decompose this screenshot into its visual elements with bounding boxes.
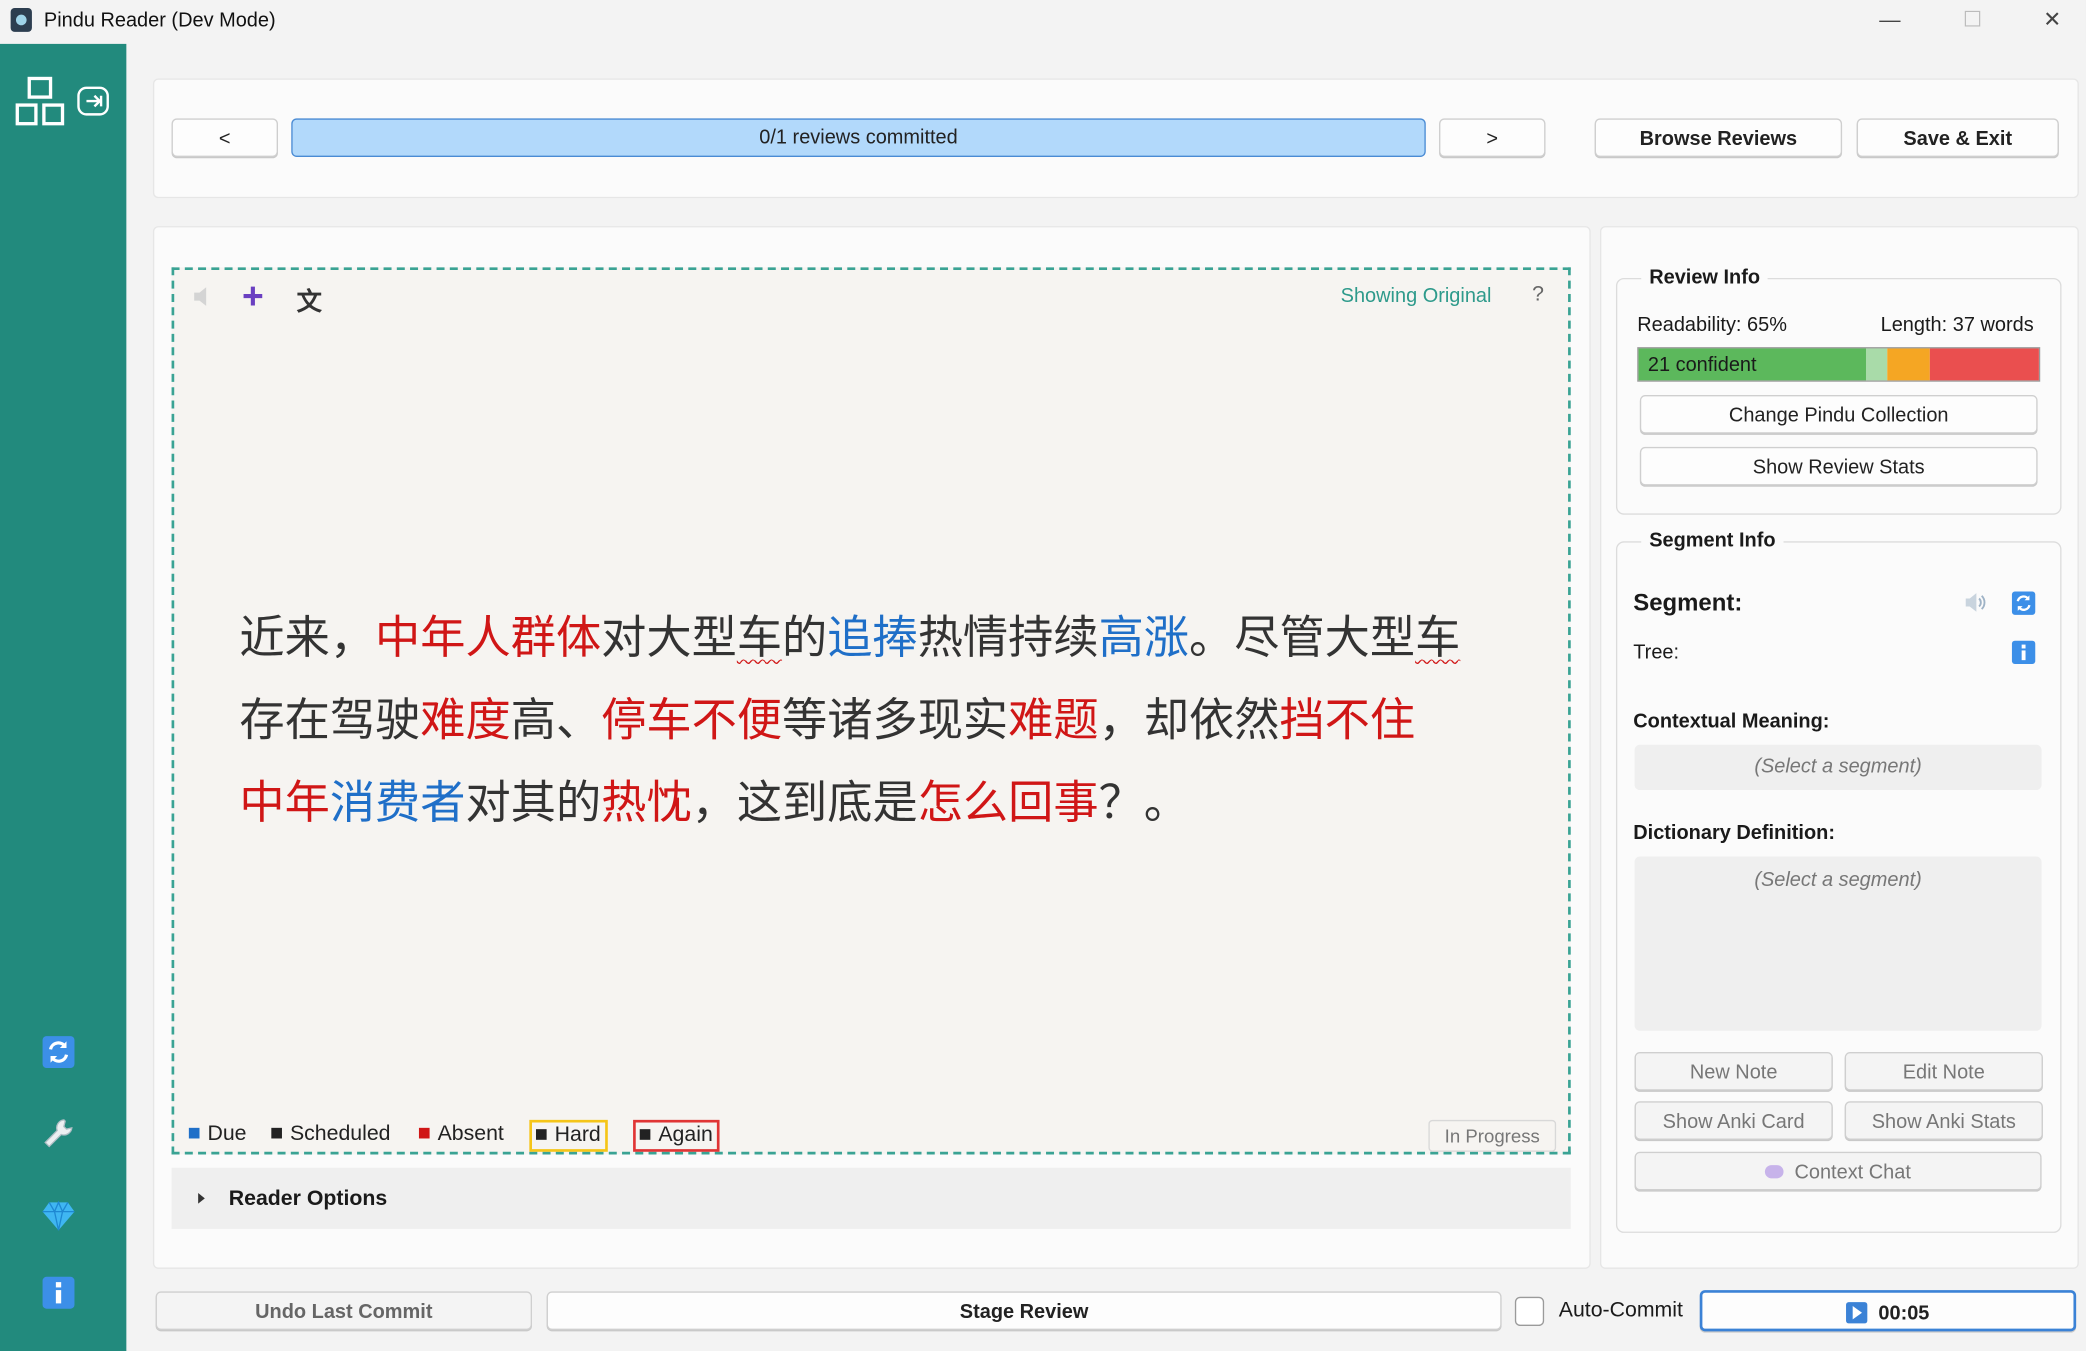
vocab-word[interactable]: 车 [1415, 612, 1460, 665]
tree-info-icon[interactable] [2011, 640, 2036, 665]
confidence-bar: 21 confident [1637, 347, 2041, 382]
legend-due: Due [188, 1123, 247, 1147]
translate-icon[interactable]: 文 [297, 282, 322, 318]
legend-again: Again [633, 1119, 720, 1152]
show-anki-card-button[interactable]: Show Anki Card [1634, 1101, 1833, 1140]
segment-speaker-icon[interactable] [1963, 592, 1987, 613]
text-run[interactable]: 高、 [511, 694, 601, 747]
refresh-icon[interactable] [2011, 591, 2036, 616]
vocab-word[interactable]: 难度 [420, 694, 510, 747]
save-exit-button[interactable]: Save & Exit [1856, 118, 2059, 157]
dictionary-definition-field: (Select a segment) [1634, 856, 2042, 1031]
text-run[interactable]: 近来， [239, 612, 375, 665]
vocab-word[interactable]: 追捧 [827, 612, 917, 665]
legend-absent: Absent [418, 1123, 504, 1147]
text-run[interactable]: ，这到底是 [692, 777, 918, 830]
sidebar-toggle-icon[interactable] [74, 82, 111, 119]
display-mode-label[interactable]: Showing Original [1341, 285, 1492, 308]
auto-commit-label: Auto-Commit [1558, 1299, 1683, 1323]
vocab-word[interactable]: 中年人群体 [375, 612, 601, 665]
context-chat-button[interactable]: Context Chat [1634, 1151, 2042, 1191]
previous-button[interactable]: < [171, 118, 278, 157]
add-icon[interactable]: + [242, 276, 264, 317]
length-label: Length: 37 words [1880, 313, 2034, 337]
text-run[interactable]: ，却依然 [1099, 694, 1280, 747]
window-title: Pindu Reader (Dev Mode) [43, 9, 276, 32]
text-run[interactable]: 的 [782, 612, 827, 665]
segment-label: Segment: [1633, 589, 1743, 616]
info-icon[interactable] [40, 1274, 77, 1311]
vocab-word[interactable]: 中年 [239, 777, 329, 830]
vocab-word[interactable]: 消费者 [330, 777, 466, 830]
expand-chevron-icon[interactable] [194, 1189, 207, 1208]
learning-segment [1865, 348, 1888, 381]
stage-review-button[interactable]: Stage Review [546, 1291, 1502, 1330]
undo-last-commit-button[interactable]: Undo Last Commit [155, 1291, 533, 1330]
vocab-word[interactable]: 挡不住 [1279, 694, 1415, 747]
confident-segment: 21 confident [1638, 348, 1866, 381]
next-button[interactable]: > [1439, 118, 1546, 157]
reader-options-label[interactable]: Reader Options [229, 1188, 387, 1212]
contextual-meaning-label: Contextual Meaning: [1633, 710, 1830, 733]
tree-label: Tree: [1633, 641, 1680, 664]
dictionary-definition-label: Dictionary Definition: [1633, 821, 1835, 845]
text-run[interactable]: 对大型 [601, 612, 737, 665]
play-icon [1846, 1302, 1868, 1324]
show-anki-stats-button[interactable]: Show Anki Stats [1844, 1101, 2043, 1140]
review-info-title: Review Info [1641, 266, 1769, 289]
contextual-meaning-field: (Select a segment) [1634, 744, 2042, 791]
legend-scheduled: Scheduled [271, 1123, 391, 1147]
status-badge: In Progress [1428, 1119, 1557, 1152]
legend-hard: Hard [529, 1119, 608, 1152]
speaker-icon[interactable] [192, 286, 213, 307]
minimize-button[interactable]: — [1873, 5, 1908, 37]
readability-label: Readability: 65% [1637, 313, 1787, 337]
text-line: 中年消费者对其的热忱，这到底是怎么回事？。 [239, 777, 1189, 830]
text-run[interactable]: 热情持续 [918, 612, 1099, 665]
help-button[interactable]: ? [1532, 283, 1544, 307]
vocab-word[interactable]: 热忱 [601, 777, 691, 830]
text-run[interactable]: 存在驾驶 [239, 694, 420, 747]
vocab-word[interactable]: 难题 [1008, 694, 1098, 747]
timer-button[interactable]: 00:05 [1699, 1290, 2077, 1332]
text-run[interactable]: 。尽管大型 [1189, 612, 1415, 665]
auto-commit-checkbox[interactable] [1514, 1296, 1545, 1327]
title-bar [0, 0, 2086, 44]
text-run[interactable]: 对其的 [466, 777, 602, 830]
timer-value: 00:05 [1878, 1302, 1930, 1325]
browse-reviews-button[interactable]: Browse Reviews [1594, 118, 1843, 157]
app-icon [10, 7, 32, 32]
text-line: 存在驾驶难度高、停车不便等诸多现实难题，却依然挡不住 [239, 694, 1415, 747]
text-run[interactable]: ？。 [1099, 777, 1189, 830]
gem-icon[interactable] [40, 1197, 77, 1234]
again-segment [1929, 348, 2039, 381]
close-button[interactable]: ✕ [2035, 5, 2070, 37]
vocab-word[interactable]: 高涨 [1099, 612, 1189, 665]
maximize-button[interactable]: ☐ [1955, 5, 1990, 37]
change-collection-button[interactable]: Change Pindu Collection [1639, 395, 2038, 434]
edit-note-button[interactable]: Edit Note [1844, 1052, 2043, 1091]
sync-icon[interactable] [40, 1033, 77, 1070]
text-run[interactable]: 等诸多现实 [782, 694, 1008, 747]
vocab-word[interactable]: 车 [737, 612, 782, 665]
dashboard-icon[interactable] [13, 74, 66, 127]
segment-info-title: Segment Info [1641, 529, 1784, 552]
show-review-stats-button[interactable]: Show Review Stats [1639, 446, 2038, 486]
new-note-button[interactable]: New Note [1634, 1052, 1833, 1091]
text-line: 近来，中年人群体对大型车的追捧热情持续高涨。尽管大型车 [239, 612, 1460, 665]
chat-bubble-icon [1765, 1165, 1784, 1179]
review-progress-bar: 0/1 reviews committed [291, 118, 1426, 157]
context-chat-label: Context Chat [1794, 1161, 1911, 1184]
vocab-word[interactable]: 怎么回事 [918, 777, 1099, 830]
vocab-word[interactable]: 停车不便 [601, 694, 782, 747]
sidebar [0, 43, 127, 1351]
hard-segment [1887, 348, 1930, 381]
confident-count: 21 confident [1647, 353, 1757, 377]
wrench-icon[interactable] [40, 1115, 77, 1152]
